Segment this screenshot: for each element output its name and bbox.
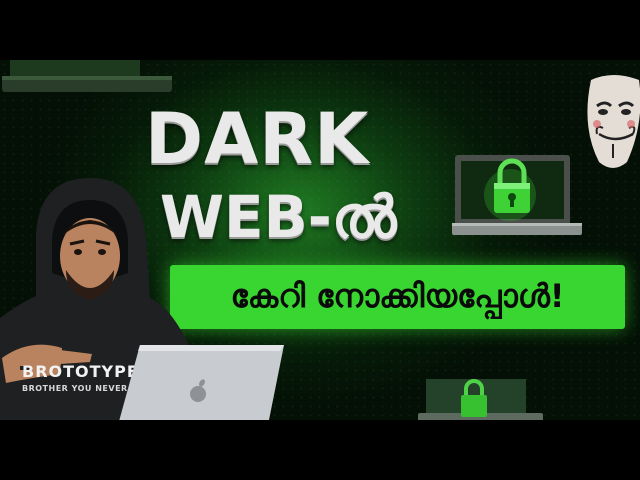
video-thumbnail: DARK WEB-ൽ കേറി നോക്കിയപ്പോൾ! BROTOTYPE …: [0, 0, 640, 480]
thumbnail-scene: DARK WEB-ൽ കേറി നോക്കിയപ്പോൾ! BROTOTYPE …: [0, 60, 640, 420]
laptop-icon: [418, 379, 543, 420]
subtitle-banner: കേറി നോക്കിയപ്പോൾ!: [170, 265, 625, 329]
banner-text: കേറി നോക്കിയപ്പോൾ!: [230, 277, 565, 315]
laptop-icon: [119, 345, 284, 420]
padlock-icon: [452, 155, 582, 235]
guy-fawkes-mask-icon: [587, 75, 640, 168]
title-line-1: DARK: [145, 98, 370, 180]
laptop-icon: [2, 60, 172, 92]
